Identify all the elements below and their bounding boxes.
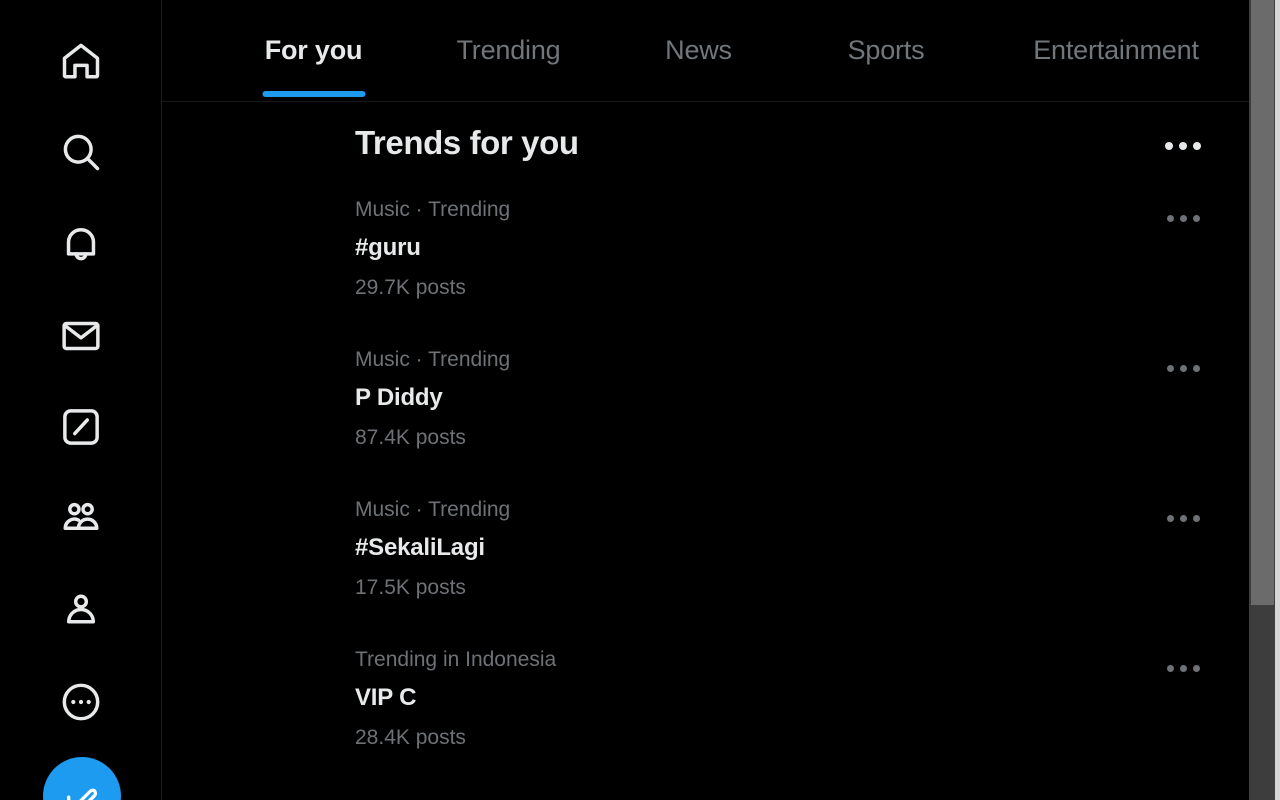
- dot-3: [1193, 142, 1201, 150]
- active-tab-indicator: [262, 91, 365, 97]
- people-icon: [59, 496, 103, 540]
- dot-3: [1192, 514, 1200, 522]
- trend-name: P Diddy: [355, 384, 443, 411]
- trend-category: Music · Trending: [355, 498, 511, 521]
- tab-trending[interactable]: Trending: [411, 0, 606, 101]
- dot-3: [1192, 664, 1200, 672]
- primary-sidebar: [0, 0, 162, 800]
- trend-name: #SekaliLagi: [355, 534, 485, 561]
- tab-news-label: News: [665, 35, 732, 65]
- sidebar-item-explore[interactable]: [50, 121, 112, 183]
- trend-category: Music · Trending: [355, 198, 511, 221]
- sidebar-item-more[interactable]: [50, 671, 112, 733]
- search-icon: [59, 130, 103, 174]
- dot-1: [1166, 214, 1174, 222]
- dot-2: [1179, 514, 1187, 522]
- trends-tab-bar: For you Trending News Sports Entertainme…: [162, 0, 1249, 102]
- trend-item-sekalilagi[interactable]: Music · Trending #SekaliLagi 17.5K posts: [162, 486, 1249, 636]
- sidebar-item-profile[interactable]: [50, 579, 112, 641]
- page-scrollbar-track[interactable]: [1249, 0, 1275, 800]
- tab-entertainment-label: Entertainment: [1033, 35, 1199, 65]
- tab-entertainment[interactable]: Entertainment: [981, 0, 1251, 101]
- sidebar-item-communities[interactable]: [50, 487, 112, 549]
- trend-category: Music · Trending: [355, 348, 511, 371]
- trend-post-count: 29.7K posts: [355, 276, 466, 299]
- page-title: Trends for you: [355, 124, 579, 161]
- trend-name: VIP C: [355, 684, 417, 711]
- sidebar-item-home[interactable]: [50, 30, 112, 92]
- mail-icon: [59, 314, 103, 358]
- dot-2: [1179, 364, 1187, 372]
- trend-name: #guru: [355, 234, 421, 261]
- trend-more-button[interactable]: [1159, 494, 1207, 542]
- tab-sports[interactable]: Sports: [791, 0, 981, 101]
- dot-3: [1192, 364, 1200, 372]
- dot-1: [1166, 514, 1174, 522]
- dot-2: [1179, 664, 1187, 672]
- window-right-edge: [1275, 0, 1280, 800]
- tab-for-you-label: For you: [264, 35, 363, 65]
- trend-more-button[interactable]: [1159, 194, 1207, 242]
- x-trends-page: For you Trending News Sports Entertainme…: [0, 0, 1280, 800]
- trend-post-count: 87.4K posts: [355, 426, 466, 449]
- trend-item-p-diddy[interactable]: Music · Trending P Diddy 87.4K posts: [162, 336, 1249, 486]
- trend-more-button[interactable]: [1159, 344, 1207, 392]
- trend-post-count: 28.4K posts: [355, 726, 466, 749]
- sidebar-item-messages[interactable]: [50, 305, 112, 367]
- sidebar-item-notifications[interactable]: [50, 213, 112, 275]
- dot-2: [1179, 142, 1187, 150]
- tab-for-you[interactable]: For you: [216, 0, 411, 101]
- trend-more-button[interactable]: [1159, 644, 1207, 692]
- trend-category: Trending in Indonesia: [355, 648, 557, 671]
- dot-1: [1165, 142, 1173, 150]
- compose-post-button[interactable]: [43, 757, 121, 800]
- dot-1: [1166, 364, 1174, 372]
- dot-3: [1192, 214, 1200, 222]
- compose-post-icon: [62, 757, 102, 800]
- dot-1: [1166, 664, 1174, 672]
- trends-section-header: Trends for you: [162, 102, 1249, 186]
- page-scrollbar-thumb[interactable]: [1251, 0, 1274, 605]
- trend-item-vip-c[interactable]: Trending in Indonesia VIP C 28.4K posts: [162, 636, 1249, 786]
- more-circle-icon: [59, 680, 103, 724]
- tab-sports-label: Sports: [847, 35, 925, 65]
- trends-more-button[interactable]: [1159, 122, 1207, 170]
- grok-slash-icon: [59, 405, 103, 449]
- tab-trending-label: Trending: [456, 35, 561, 65]
- main-content-column: For you Trending News Sports Entertainme…: [162, 0, 1249, 800]
- trend-item-guru[interactable]: Music · Trending #guru 29.7K posts: [162, 186, 1249, 336]
- home-icon: [59, 39, 103, 83]
- bell-icon: [59, 222, 103, 266]
- trend-post-count: 17.5K posts: [355, 576, 466, 599]
- tab-news[interactable]: News: [606, 0, 791, 101]
- person-icon: [59, 588, 103, 632]
- sidebar-item-grok[interactable]: [50, 396, 112, 458]
- dot-2: [1179, 214, 1187, 222]
